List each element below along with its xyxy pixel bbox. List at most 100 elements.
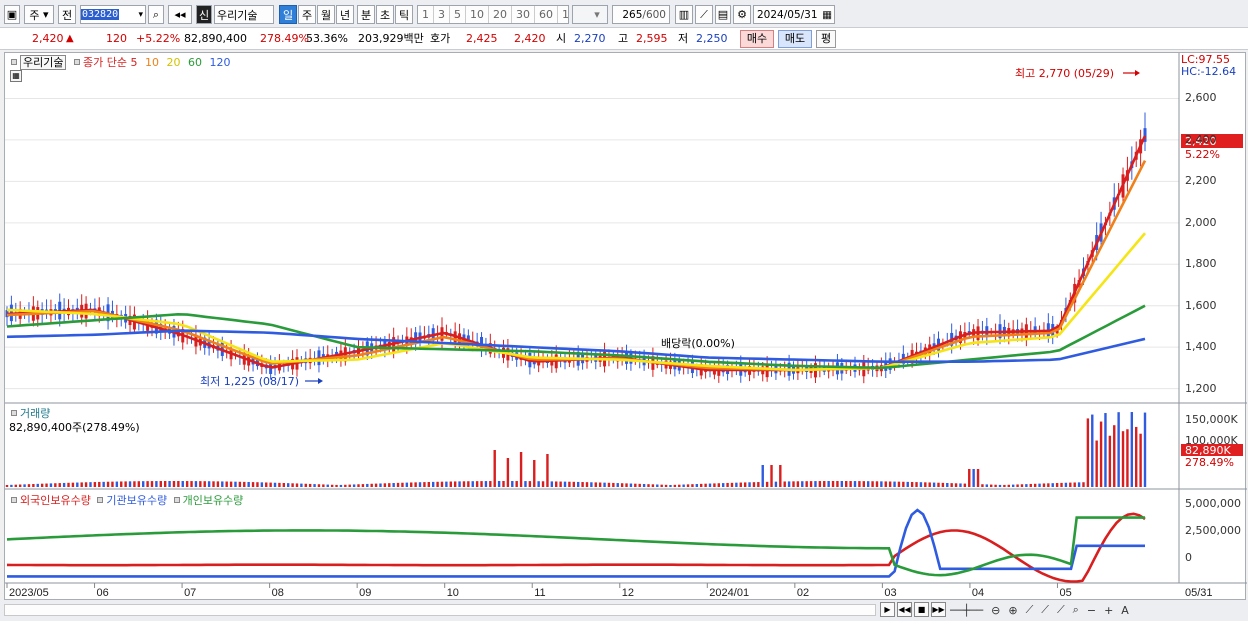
period-year[interactable]: 년 (336, 5, 354, 24)
play-icon[interactable]: ▶ (880, 602, 895, 617)
legend-ma-label[interactable]: 종가 단순 (83, 56, 127, 69)
draw-icon[interactable]: ⟋ (1041, 603, 1049, 617)
volume-bar (93, 482, 97, 487)
draw-tool-icon[interactable]: ⟋ (695, 5, 713, 24)
sell-button[interactable]: 매도 (778, 30, 812, 48)
volume-bar (326, 484, 329, 487)
up-arrow-icon: ▲ (66, 33, 74, 44)
legend-individual[interactable]: 개인보유수량 (183, 494, 244, 507)
volume-bar (620, 483, 624, 487)
period-num-3[interactable]: 3 (434, 6, 450, 23)
volume-bar (467, 481, 470, 487)
volume-bar (216, 481, 220, 487)
legend-foreign[interactable]: 외국인보유수량 (20, 494, 91, 507)
period-minute[interactable]: 분 (357, 5, 375, 24)
volume-bar (370, 483, 373, 487)
speaker-icon[interactable]: ◂◂ (168, 5, 192, 24)
price-tick-label: 1,800 (1185, 257, 1217, 271)
volume-bar (902, 481, 905, 487)
calculator-icon[interactable]: ▦ (10, 70, 22, 82)
market-select[interactable]: 주 ▾ (24, 5, 54, 24)
volume-bar (555, 481, 558, 487)
volume-bar (691, 484, 694, 487)
last-volume-pct: 278.49% (1185, 456, 1234, 469)
volume-bar (76, 482, 79, 487)
volume-bar (229, 481, 233, 487)
legend-ma-60: 60 (187, 56, 202, 69)
volume-bar (537, 481, 540, 487)
period-second[interactable]: 초 (376, 5, 394, 24)
change-percent: +5.22% (136, 32, 181, 45)
stock-name-field[interactable]: 우리기술 (214, 5, 274, 24)
volume-bar (884, 481, 887, 487)
volume-bar (963, 483, 967, 487)
volume-bar (260, 482, 264, 487)
volume-bar (458, 481, 461, 487)
save-icon[interactable]: ▤ (715, 5, 731, 24)
volume-bar (14, 484, 17, 487)
bid-label: 호가 (430, 32, 451, 45)
volume-bar (168, 481, 171, 487)
legend-stock-name[interactable]: 우리기술 (20, 55, 67, 70)
period-num-10[interactable]: 10 (466, 6, 489, 23)
window-menu-icon[interactable]: ▣ (4, 5, 20, 24)
volume-bar (489, 481, 492, 487)
volume-bar (383, 483, 387, 487)
period-num-1[interactable]: 1 (418, 6, 434, 23)
period-num-60[interactable]: 60 (535, 6, 558, 23)
volume-bar (102, 481, 105, 487)
zoom-out-icon[interactable]: ⊖ (991, 604, 1000, 617)
zoom-slider[interactable]: ──┼── (950, 604, 983, 617)
stop-icon[interactable]: ■ (914, 602, 929, 617)
eval-button[interactable]: 평 (816, 30, 836, 48)
volume-bar (265, 482, 268, 487)
plus-icon[interactable]: + (1104, 604, 1113, 617)
volume-bar (743, 482, 747, 487)
period-tick[interactable]: 틱 (395, 5, 413, 24)
search-icon[interactable]: ⌕ (148, 5, 164, 24)
volume-bar (568, 481, 571, 487)
buy-button[interactable]: 매수 (740, 30, 774, 48)
volume-bar (735, 482, 738, 487)
zoom-in-icon[interactable]: ⊕ (1008, 604, 1017, 617)
volume-bar (366, 483, 369, 487)
period-month[interactable]: 월 (317, 5, 335, 24)
volume-bar (660, 484, 663, 487)
volume-bar (1064, 482, 1068, 487)
chart-canvas[interactable]: 2023/05 06 07 08 09 10 11 12 2024/01 02 03 04 05 05/3… (5, 53, 1247, 601)
volume-bar (981, 484, 984, 487)
chart-area[interactable]: 2023/05 06 07 08 09 10 11 12 2024/01 02 03 04 05 05/3… (4, 52, 1247, 601)
font-icon[interactable]: A (1121, 604, 1129, 617)
gear-icon[interactable]: ⚙ (733, 5, 751, 24)
draw-icon[interactable]: ⟋ (1026, 603, 1034, 617)
market-value: 주 (29, 8, 40, 22)
draw-icon[interactable]: ⟋ (1057, 603, 1065, 617)
volume-bar (374, 483, 378, 487)
horizontal-scrollbar[interactable] (4, 604, 876, 616)
period-day[interactable]: 일 (279, 5, 297, 24)
high-label: 고 (618, 32, 629, 45)
forward-icon[interactable]: ▶▶ (931, 602, 946, 617)
period-num-5[interactable]: 5 (450, 6, 466, 23)
candle-icon[interactable]: ▥ (675, 5, 693, 24)
legend-institution[interactable]: 기관보유수량 (106, 494, 167, 507)
minus-icon[interactable]: − (1087, 604, 1096, 617)
legend-ma-10: 10 (144, 56, 159, 69)
x-tick-label: 08 (272, 587, 284, 599)
search-icon[interactable]: ⌕ (1073, 603, 1079, 617)
volume-bar (1108, 435, 1112, 487)
calendar-icon[interactable]: ▦ (822, 9, 834, 21)
period-num-20[interactable]: 20 (489, 6, 512, 23)
prev-button[interactable]: 전 (58, 5, 76, 24)
count-field[interactable]: 265/600 (612, 5, 670, 24)
volume-bar (1020, 484, 1024, 487)
chevron-down-icon[interactable]: ▾ (138, 10, 145, 20)
period-week[interactable]: 주 (298, 5, 316, 24)
date-field[interactable]: 2024/05/31 ▦ (753, 5, 835, 24)
period-num-30[interactable]: 30 (512, 6, 535, 23)
code-input[interactable]: 032820 ▾ (80, 5, 146, 24)
scroll-bar-area: ▶ ◀◀ ■ ▶▶ ──┼── ⊖ ⊕ ⟋ ⟋ ⟋ ⌕ − + A (0, 600, 1248, 621)
rewind-icon[interactable]: ◀◀ (897, 602, 912, 617)
period-num-120[interactable]: 120 (558, 6, 568, 23)
period-custom-select[interactable]: ▾ (572, 5, 608, 24)
